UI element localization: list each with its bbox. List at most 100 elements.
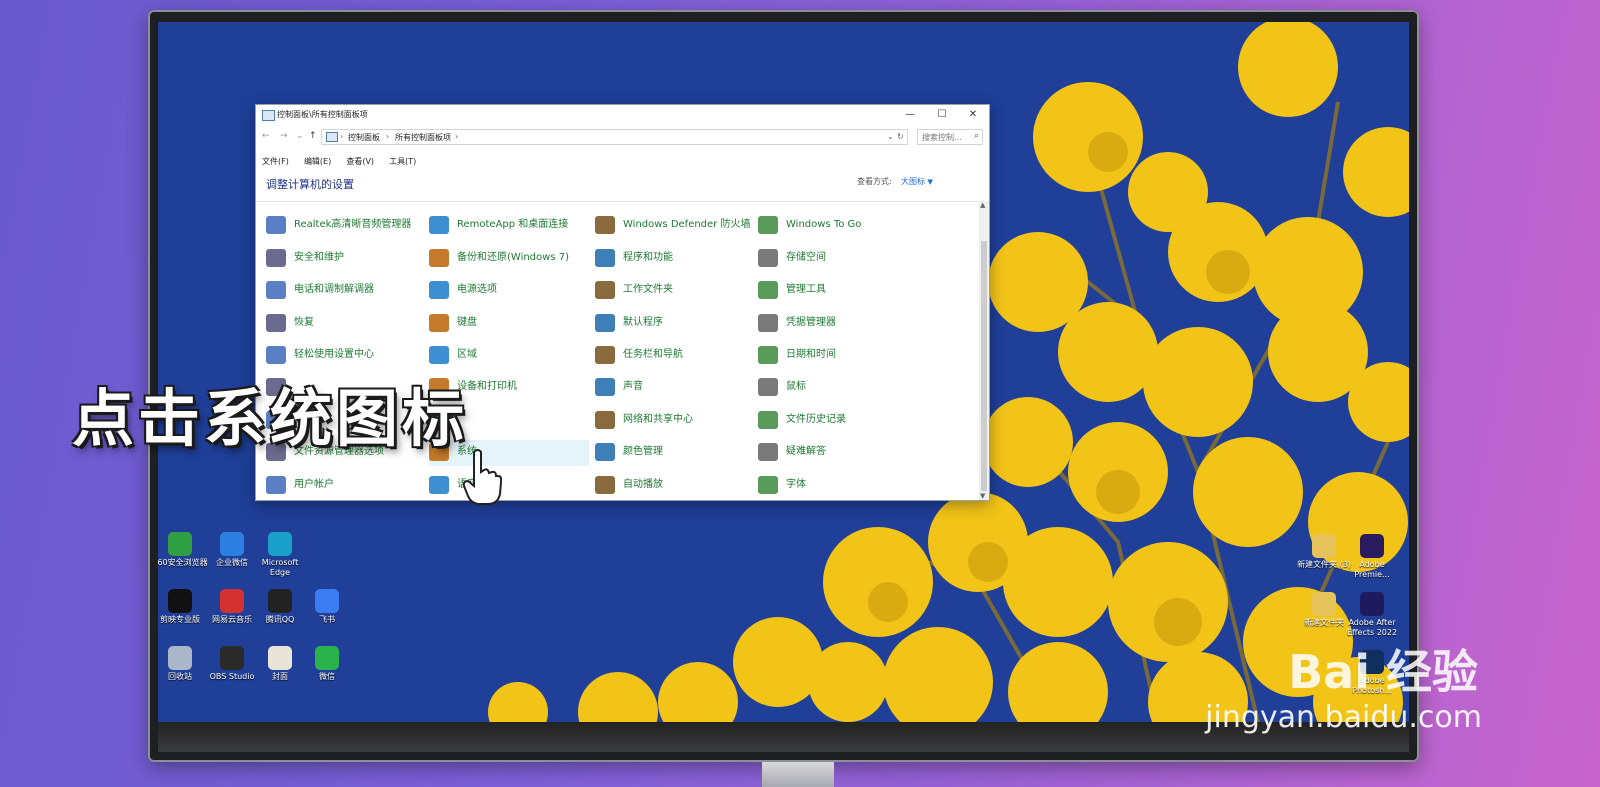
control-panel-item[interactable]: Windows Defender 防火墙 — [595, 213, 755, 239]
menu-tools[interactable]: 工具(T) — [389, 156, 416, 167]
menu-bar: 文件(F) 编辑(E) 查看(V) 工具(T) — [262, 149, 426, 166]
desktop-icon-glyph — [1312, 534, 1336, 558]
control-panel-item-icon — [266, 249, 286, 267]
control-panel-item-icon — [429, 216, 449, 234]
desktop-icon[interactable]: 微信 — [299, 646, 355, 682]
search-input[interactable]: 搜索控制... ⌕ — [917, 129, 983, 145]
maximize-button[interactable]: ☐ — [928, 107, 956, 123]
control-panel-item-label: 日期和时间 — [786, 349, 836, 360]
desktop-icon[interactable]: Adobe Premie... — [1344, 534, 1400, 580]
address-dropdown-icon[interactable]: ⌄ — [887, 132, 894, 141]
control-panel-item[interactable]: 区域 — [429, 343, 589, 369]
desktop-icon[interactable]: Microsoft Edge — [252, 532, 308, 578]
desktop-icon-label: 回收站 — [168, 672, 192, 681]
control-panel-item-icon — [595, 411, 615, 429]
control-panel-item[interactable]: 鼠标 — [758, 375, 918, 401]
address-box[interactable]: › 控制面板 › 所有控制面板项 › ⌄ ↻ — [321, 129, 908, 145]
desktop-icon[interactable]: 回收站 — [158, 646, 208, 682]
desktop-icon[interactable]: 剪映专业版 — [158, 589, 208, 625]
desktop-icon[interactable]: 360安全浏览器 — [158, 532, 208, 568]
desktop-icon-glyph — [1360, 592, 1384, 616]
breadcrumb-separator-icon[interactable]: › — [455, 132, 458, 141]
scroll-up-icon[interactable]: ▲ — [980, 201, 985, 209]
control-panel-item[interactable]: 自动播放 — [595, 473, 755, 499]
breadcrumb-all-items[interactable]: 所有控制面板项 — [395, 132, 451, 143]
control-panel-item-icon — [595, 443, 615, 461]
control-panel-item[interactable]: 备份和还原(Windows 7) — [429, 246, 589, 272]
control-panel-item-icon — [595, 314, 615, 332]
control-panel-item[interactable]: 字体 — [758, 473, 918, 499]
title-bar[interactable]: 控制面板\所有控制面板项 — ☐ ✕ — [256, 105, 989, 125]
control-panel-item[interactable]: 任务栏和导航 — [595, 343, 755, 369]
control-panel-item-label: 字体 — [786, 479, 806, 490]
close-button[interactable]: ✕ — [959, 107, 987, 123]
up-arrow-icon[interactable]: ↑ — [309, 131, 317, 141]
control-panel-item-label: 鼠标 — [786, 381, 806, 392]
control-panel-item-label: 程序和功能 — [623, 252, 673, 263]
control-panel-item-label: 工作文件夹 — [623, 284, 673, 295]
menu-file[interactable]: 文件(F) — [262, 156, 289, 167]
control-panel-item[interactable]: 凭据管理器 — [758, 311, 918, 337]
control-panel-item[interactable]: 颜色管理 — [595, 440, 755, 466]
menu-edit[interactable]: 编辑(E) — [304, 156, 331, 167]
scroll-thumb[interactable] — [981, 241, 987, 491]
view-by-label: 查看方式: — [857, 177, 892, 186]
control-panel-item-icon — [429, 314, 449, 332]
control-panel-item[interactable]: 网络和共享中心 — [595, 408, 755, 434]
control-panel-item-icon — [266, 314, 286, 332]
minimize-button[interactable]: — — [896, 107, 924, 123]
desktop-icon-glyph — [168, 589, 192, 613]
breadcrumb-separator-icon[interactable]: › — [386, 132, 389, 141]
vertical-scrollbar[interactable]: ▲ ▼ — [979, 201, 989, 500]
desktop-icon-label: 360安全浏览器 — [158, 558, 208, 567]
control-panel-item-icon — [595, 281, 615, 299]
control-panel-item-icon — [758, 249, 778, 267]
control-panel-item[interactable]: 疑难解答 — [758, 440, 918, 466]
control-panel-item[interactable]: 日期和时间 — [758, 343, 918, 369]
back-arrow-icon[interactable]: ← — [262, 131, 270, 141]
control-panel-item[interactable]: Realtek高清晰音频管理器 — [266, 213, 426, 239]
control-panel-item-icon — [429, 281, 449, 299]
watermark-logo: Bai 经验 — [1288, 645, 1478, 699]
control-panel-item[interactable]: 恢复 — [266, 311, 426, 337]
control-panel-item[interactable]: 存储空间 — [758, 246, 918, 272]
desktop-icon[interactable]: Adobe After Effects 2022 — [1344, 592, 1400, 638]
scroll-down-icon[interactable]: ▼ — [980, 492, 985, 500]
menu-view[interactable]: 查看(V) — [346, 156, 374, 167]
view-by-dropdown[interactable]: 大图标 ▼ — [901, 176, 933, 187]
window-title: 控制面板\所有控制面板项 — [277, 110, 368, 119]
control-panel-item[interactable]: 管理工具 — [758, 278, 918, 304]
control-panel-item-label: 存储空间 — [786, 252, 826, 263]
control-panel-item[interactable]: 用户帐户 — [266, 473, 426, 499]
control-panel-item-icon — [429, 249, 449, 267]
control-panel-item[interactable]: 声音 — [595, 375, 755, 401]
control-panel-item[interactable]: 程序和功能 — [595, 246, 755, 272]
control-panel-item[interactable]: 键盘 — [429, 311, 589, 337]
control-panel-item[interactable]: Windows To Go — [758, 213, 918, 239]
address-bar-row: ← → ⌄ ↑ › 控制面板 › 所有控制面板项 › ⌄ ↻ 搜索控制... ⌕ — [256, 127, 989, 145]
control-panel-item[interactable]: 电源选项 — [429, 278, 589, 304]
refresh-icon[interactable]: ↻ — [897, 132, 904, 141]
control-panel-item[interactable]: 文件历史记录 — [758, 408, 918, 434]
control-panel-item[interactable]: RemoteApp 和桌面连接 — [429, 213, 589, 239]
recent-chevron-icon[interactable]: ⌄ — [296, 131, 304, 141]
control-panel-item[interactable]: 默认程序 — [595, 311, 755, 337]
control-panel-item-icon — [429, 476, 449, 494]
search-icon: ⌕ — [973, 131, 979, 141]
desktop-icon[interactable]: 飞书 — [299, 589, 355, 625]
desktop-icon-glyph — [268, 646, 292, 670]
desktop-icon-glyph — [268, 532, 292, 556]
control-panel-item[interactable]: 轻松使用设置中心 — [266, 343, 426, 369]
hand-cursor-icon — [462, 449, 502, 505]
breadcrumb-separator-icon[interactable]: › — [340, 132, 343, 141]
control-panel-item[interactable]: 电话和调制解调器 — [266, 278, 426, 304]
desktop-icon-glyph — [220, 646, 244, 670]
control-panel-item[interactable]: 工作文件夹 — [595, 278, 755, 304]
control-panel-item[interactable]: 安全和维护 — [266, 246, 426, 272]
control-panel-item[interactable]: 语音识别 — [429, 473, 589, 499]
control-panel-item-icon — [758, 378, 778, 396]
forward-arrow-icon[interactable]: → — [280, 131, 288, 141]
control-panel-item-label: 凭据管理器 — [786, 317, 836, 328]
desktop-icon-label: Adobe Premie... — [1354, 560, 1390, 579]
breadcrumb-control-panel[interactable]: 控制面板 — [348, 132, 380, 143]
